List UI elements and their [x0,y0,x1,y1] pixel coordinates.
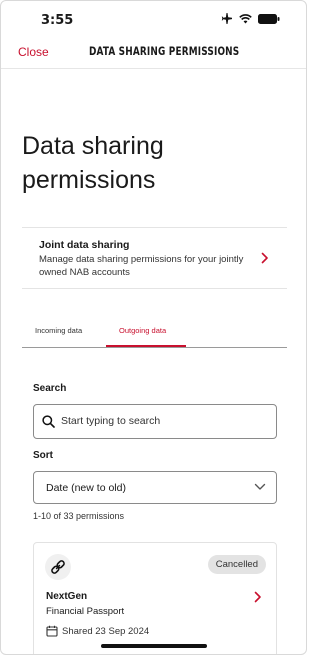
card-date-text: Shared 23 Sep 2024 [62,625,150,637]
permission-card[interactable]: Cancelled NextGen Financial Passport Sha… [33,542,277,654]
tab-incoming-data[interactable]: Incoming data [35,326,82,335]
battery-icon [258,13,280,24]
results-count: 1-10 of 33 permissions [33,511,125,521]
nav-title: DATA SHARING PERMISSIONS [89,44,240,58]
search-input[interactable]: Start typing to search [33,404,277,439]
home-indicator [101,644,207,648]
status-bar: 3:55 [1,1,306,35]
chevron-right-icon [254,591,261,603]
joint-title: Joint data sharing [39,239,130,251]
airplane-icon [221,13,232,24]
status-icons [221,13,280,24]
tab-outgoing-data[interactable]: Outgoing data [119,326,166,335]
sort-label: Sort [33,450,53,461]
tab-bar: Incoming data Outgoing data [22,317,287,348]
status-time: 3:55 [41,13,74,28]
page-title: Data sharing permissions [22,132,164,194]
sort-select[interactable]: Date (new to old) [33,471,277,504]
chevron-down-icon [254,483,266,490]
search-placeholder: Start typing to search [61,415,161,427]
chevron-right-icon [261,252,268,264]
card-date: Shared 23 Sep 2024 [46,625,149,637]
sort-value: Date (new to old) [46,482,126,494]
calendar-icon [46,625,58,637]
joint-data-sharing-row[interactable]: Joint data sharing Manage data sharing p… [22,227,287,289]
link-icon [51,560,65,574]
nav-bar: Close DATA SHARING PERMISSIONS [1,35,306,69]
wifi-icon [239,13,252,23]
tab-selected-indicator [106,345,186,347]
joint-description: Manage data sharing permissions for your… [39,254,244,278]
app-screen: 3:55 Close DATA SHARING PERMISSIONS Data… [0,0,307,655]
link-icon-container [45,554,71,580]
search-label: Search [33,383,67,394]
close-button[interactable]: Close [18,45,49,59]
status-badge: Cancelled [207,555,266,574]
card-product: Financial Passport [46,606,125,617]
search-icon [42,415,55,428]
card-name: NextGen [46,591,88,602]
